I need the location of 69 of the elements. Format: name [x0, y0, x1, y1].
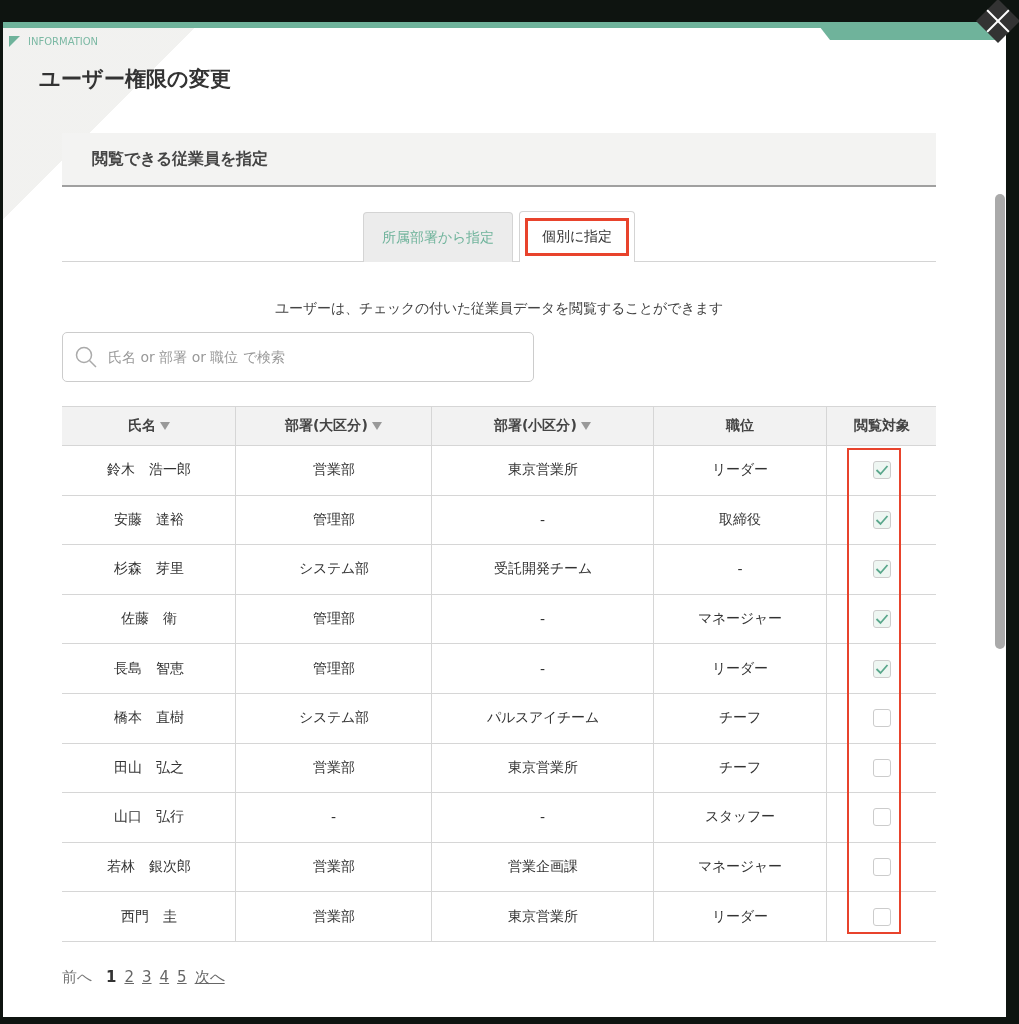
table-cell: マネージャー	[653, 842, 827, 892]
column-header[interactable]: 部署(大区分)	[235, 406, 432, 446]
checkbox[interactable]	[872, 610, 891, 629]
page-link[interactable]: 3	[142, 967, 152, 987]
table-cell: リーダー	[653, 445, 827, 496]
checkbox[interactable]	[872, 858, 891, 877]
table-cell: 取締役	[653, 495, 827, 545]
checkbox[interactable]	[872, 758, 891, 777]
column-header[interactable]: 氏名	[62, 406, 236, 446]
table-cell: 橋本 直樹	[62, 693, 236, 744]
checkbox[interactable]	[872, 461, 891, 480]
table-cell: -	[431, 495, 654, 545]
table-cell: 杉森 芽里	[62, 544, 236, 595]
table-cell: 管理部	[235, 594, 432, 644]
table-cell: -	[431, 594, 654, 644]
page-link[interactable]: 2	[124, 967, 134, 987]
table-cell: パルスアイチーム	[431, 693, 654, 744]
column-header[interactable]: 部署(小区分)	[431, 406, 654, 446]
page-link[interactable]: 5	[177, 967, 187, 987]
table-cell: 田山 弘之	[62, 743, 236, 793]
checkbox[interactable]	[872, 659, 891, 678]
table-cell: システム部	[235, 693, 432, 744]
tab[interactable]: 個別に指定	[519, 211, 635, 262]
table-cell: 営業部	[235, 445, 432, 496]
dialog-label: INFORMATION	[28, 36, 99, 47]
table-cell: 西門 圭	[62, 891, 236, 942]
notice-text: ユーザーは、チェックの付いた従業員データを閲覧することができます	[274, 300, 724, 318]
table-cell: 管理部	[235, 643, 432, 694]
checkbox[interactable]	[872, 907, 891, 926]
table-cell: 東京営業所	[431, 891, 654, 942]
table-cell: 営業企画課	[431, 842, 654, 892]
corner-icon	[9, 36, 20, 47]
table-cell: 若林 銀次郎	[62, 842, 236, 892]
dialog-title: ユーザー権限の変更	[39, 66, 232, 93]
table-cell: マネージャー	[653, 594, 827, 644]
table-cell: 山口 弘行	[62, 792, 236, 843]
table-cell: 受託開発チーム	[431, 544, 654, 595]
table-cell: 営業部	[235, 743, 432, 793]
table-cell: -	[653, 544, 827, 595]
search-field[interactable]: 氏名 or 部署 or 職位 で検索	[62, 332, 534, 382]
table-cell: 営業部	[235, 842, 432, 892]
table-cell: 管理部	[235, 495, 432, 545]
page-link[interactable]: 4	[159, 967, 170, 987]
table-cell: 佐藤 衛	[62, 594, 236, 644]
column-header[interactable]: 職位	[653, 406, 827, 446]
table-cell: 鈴木 浩一郎	[62, 445, 236, 496]
column-header[interactable]: 閲覧対象	[826, 406, 936, 446]
table-cell: 営業部	[235, 891, 432, 942]
checkbox[interactable]	[872, 709, 891, 728]
table-cell: 長島 智恵	[62, 643, 236, 694]
table-cell: スタッフー	[653, 792, 827, 843]
checkbox[interactable]	[872, 808, 891, 827]
table-cell: 東京営業所	[431, 445, 654, 496]
table-cell: システム部	[235, 544, 432, 595]
table-cell: リーダー	[653, 891, 827, 942]
table-cell: 東京営業所	[431, 743, 654, 793]
table-cell: リーダー	[653, 643, 827, 694]
page-link[interactable]: 1	[106, 967, 117, 987]
section-title: 閲覧できる従業員を指定	[92, 148, 268, 170]
table-cell: -	[431, 792, 654, 843]
checkbox[interactable]	[872, 510, 891, 529]
checkbox[interactable]	[872, 560, 891, 579]
table-cell: -	[235, 792, 432, 843]
table-cell: -	[431, 643, 654, 694]
next-link[interactable]: 次へ	[194, 967, 225, 987]
close-icon	[985, 8, 1011, 34]
table-cell: チーフ	[653, 743, 827, 793]
table-cell: チーフ	[653, 693, 827, 744]
table-cell: 安藤 達裕	[62, 495, 236, 545]
